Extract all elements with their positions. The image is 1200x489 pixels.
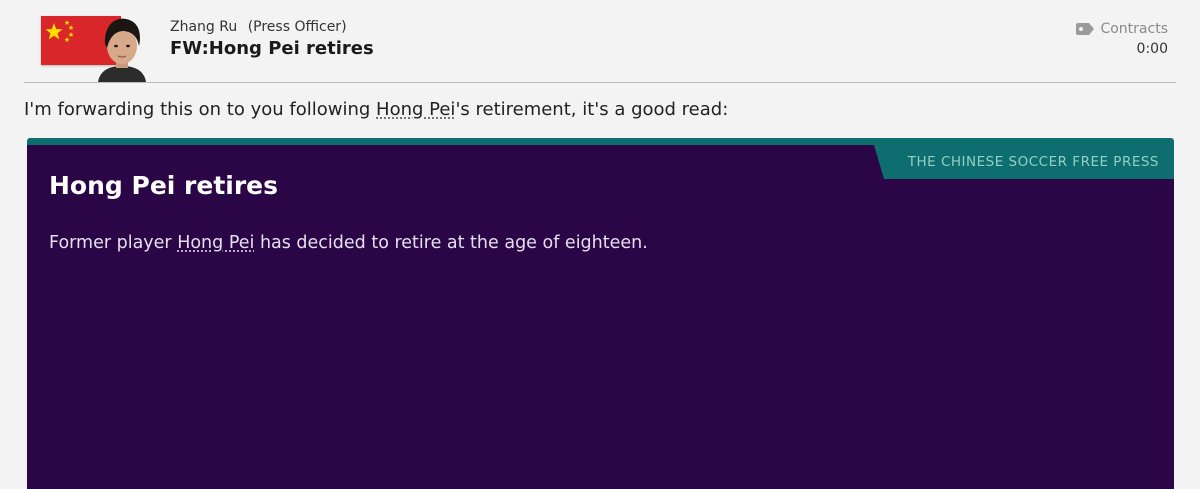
person-avatar-icon	[96, 14, 148, 82]
intro-text-before: I'm forwarding this on to you following	[24, 99, 376, 120]
article-text-before: Former player	[49, 233, 177, 253]
sender-line: Zhang Ru (Press Officer)	[170, 19, 347, 35]
article-player-link[interactable]: Hong Pei	[177, 233, 254, 253]
category-label: Contracts	[1100, 21, 1168, 37]
message-category: Contracts	[1076, 21, 1168, 37]
publisher-label: THE CHINESE SOCCER FREE PRESS	[874, 145, 1174, 179]
sender-role: (Press Officer)	[248, 19, 347, 35]
intro-text-after: 's retirement, it's a good read:	[455, 99, 728, 120]
article-body: Former player Hong Pei has decided to re…	[49, 233, 648, 253]
message-meta: Contracts 0:00	[1076, 21, 1168, 57]
sender-name[interactable]: Zhang Ru	[170, 19, 237, 35]
article-text-after: has decided to retire at the age of eigh…	[254, 233, 647, 253]
intro-text: I'm forwarding this on to you following …	[24, 99, 728, 120]
inbox-message-view: Zhang Ru (Press Officer) FW:Hong Pei ret…	[0, 0, 1200, 489]
news-article-card: THE CHINESE SOCCER FREE PRESS Hong Pei r…	[27, 138, 1174, 489]
message-subject: FW:Hong Pei retires	[170, 38, 374, 59]
player-link[interactable]: Hong Pei	[376, 99, 455, 120]
message-time: 0:00	[1076, 41, 1168, 57]
article-headline: Hong Pei retires	[49, 171, 278, 200]
message-header: Zhang Ru (Press Officer) FW:Hong Pei ret…	[0, 0, 1200, 82]
sender-avatar[interactable]	[96, 14, 148, 82]
tag-icon	[1076, 23, 1094, 35]
header-divider	[24, 82, 1176, 83]
